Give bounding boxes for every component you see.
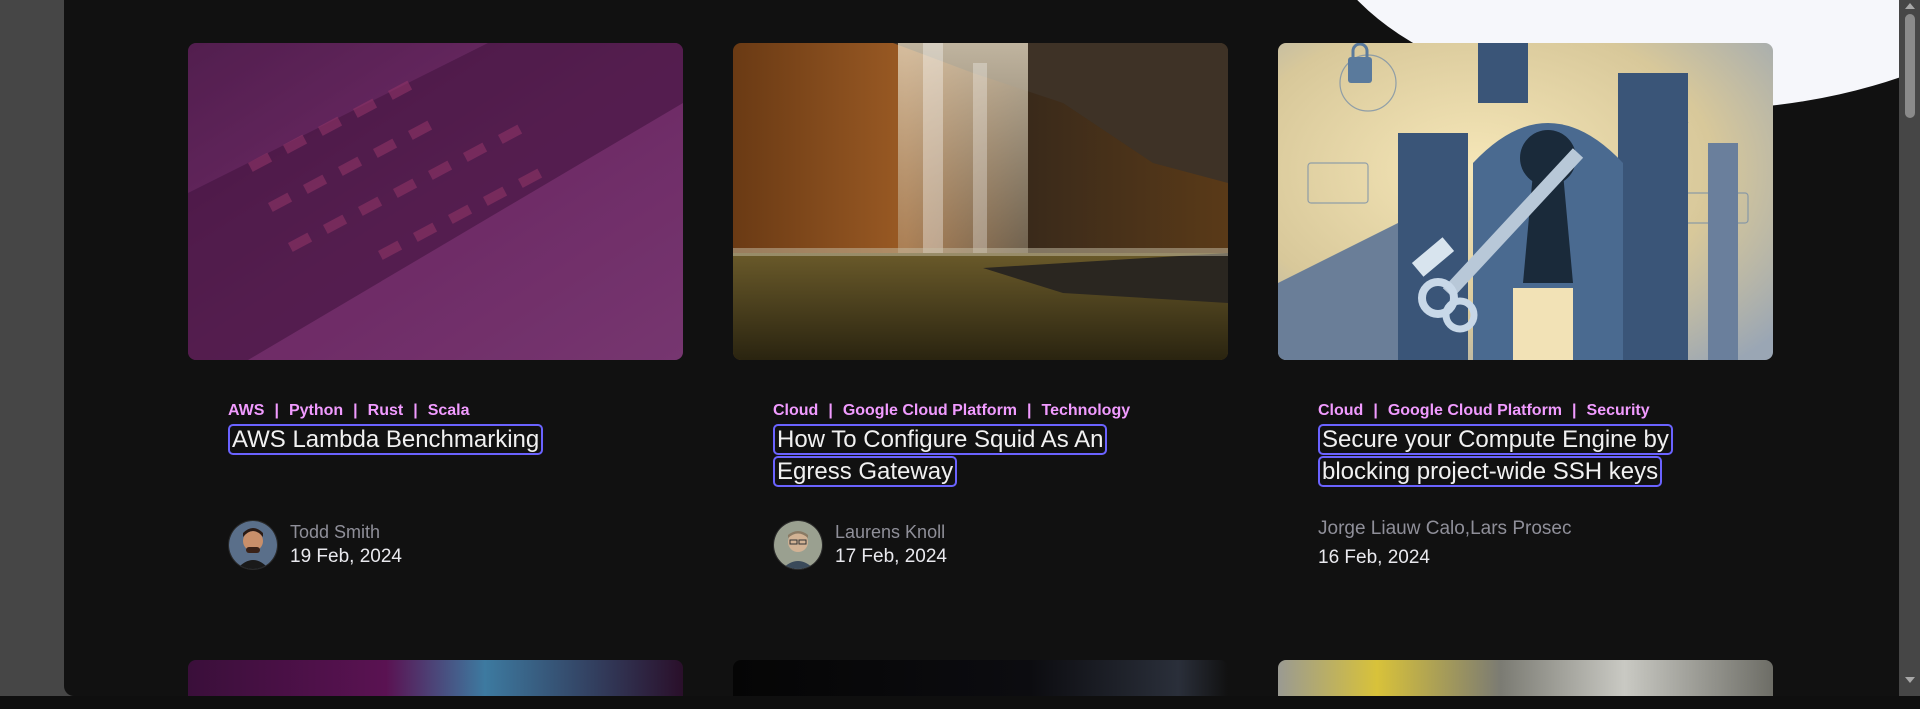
scrollbar-thumb[interactable] [1905, 14, 1915, 118]
author-info: Jorge Liauw Calo,Lars Prosec 16 Feb, 202… [1318, 515, 1571, 571]
avatar [773, 520, 823, 570]
tag-separator: | [1027, 402, 1032, 419]
blog-card-image[interactable] [188, 660, 683, 696]
scroll-up-icon[interactable] [1905, 3, 1915, 9]
tag-separator: | [828, 402, 833, 419]
tag-link[interactable]: Python [289, 402, 343, 420]
tag-separator: | [413, 402, 418, 419]
tag-list: Cloud | Google Cloud Platform | Technology [773, 402, 1228, 420]
post-date: 19 Feb, 2024 [290, 546, 402, 567]
blog-card-image[interactable] [1278, 660, 1773, 696]
blog-card-image[interactable] [733, 660, 1228, 696]
tag-list: AWS | Python | Rust | Scala [228, 402, 683, 420]
blog-card[interactable]: AWS | Python | Rust | Scala AWS Lambda Benc… [188, 43, 683, 570]
tag-link[interactable]: Security [1587, 402, 1650, 420]
window-bottom-edge [0, 696, 1920, 709]
tag-list: Cloud | Google Cloud Platform | Security [1318, 402, 1773, 420]
tag-link[interactable]: Google Cloud Platform [1388, 402, 1562, 420]
avatar [228, 520, 278, 570]
tag-link[interactable]: AWS [228, 402, 264, 420]
tag-link[interactable]: Technology [1042, 402, 1131, 420]
author-name[interactable]: Todd Smith [290, 520, 402, 544]
blog-card-image[interactable] [188, 43, 683, 360]
blog-card[interactable]: Cloud | Google Cloud Platform | Technology… [733, 43, 1228, 570]
blog-card-title-link[interactable]: AWS Lambda Benchmarking [228, 424, 544, 455]
tag-link[interactable]: Cloud [773, 402, 818, 420]
tag-link[interactable]: Cloud [1318, 402, 1363, 420]
blog-grid: AWS | Python | Rust | Scala AWS Lambda Benc… [64, 0, 1899, 696]
tag-link[interactable]: Rust [368, 402, 404, 420]
scrollbar[interactable] [1900, 0, 1920, 696]
author-info: Laurens Knoll 17 Feb, 2024 [773, 520, 947, 570]
blog-card[interactable]: Cloud | Google Cloud Platform | Security S… [1278, 43, 1773, 568]
post-date: 17 Feb, 2024 [835, 546, 947, 567]
blog-card-title[interactable]: How To Configure Squid As An Egress Gate… [773, 424, 1133, 488]
tag-separator: | [1572, 402, 1577, 419]
blog-card-image[interactable] [1278, 43, 1773, 360]
tag-link[interactable]: Scala [428, 402, 470, 420]
blog-card-image[interactable] [733, 43, 1228, 360]
tag-separator: | [353, 402, 358, 419]
tag-separator: | [274, 402, 279, 419]
tag-separator: | [1373, 402, 1378, 419]
blog-card-title[interactable]: AWS Lambda Benchmarking [228, 424, 648, 456]
tag-link[interactable]: Google Cloud Platform [843, 402, 1017, 420]
author-name[interactable]: Jorge Liauw Calo,Lars Prosec [1318, 515, 1571, 543]
author-info: Todd Smith 19 Feb, 2024 [228, 520, 402, 570]
scroll-down-icon[interactable] [1905, 677, 1915, 683]
blog-card-title-link[interactable]: How To Configure Squid As An Egress Gate… [773, 424, 1108, 487]
post-date: 16 Feb, 2024 [1318, 547, 1430, 568]
blog-card-title-link[interactable]: Secure your Compute Engine by blocking p… [1318, 424, 1673, 487]
author-name[interactable]: Laurens Knoll [835, 520, 947, 544]
blog-card-title[interactable]: Secure your Compute Engine by blocking p… [1318, 424, 1718, 488]
